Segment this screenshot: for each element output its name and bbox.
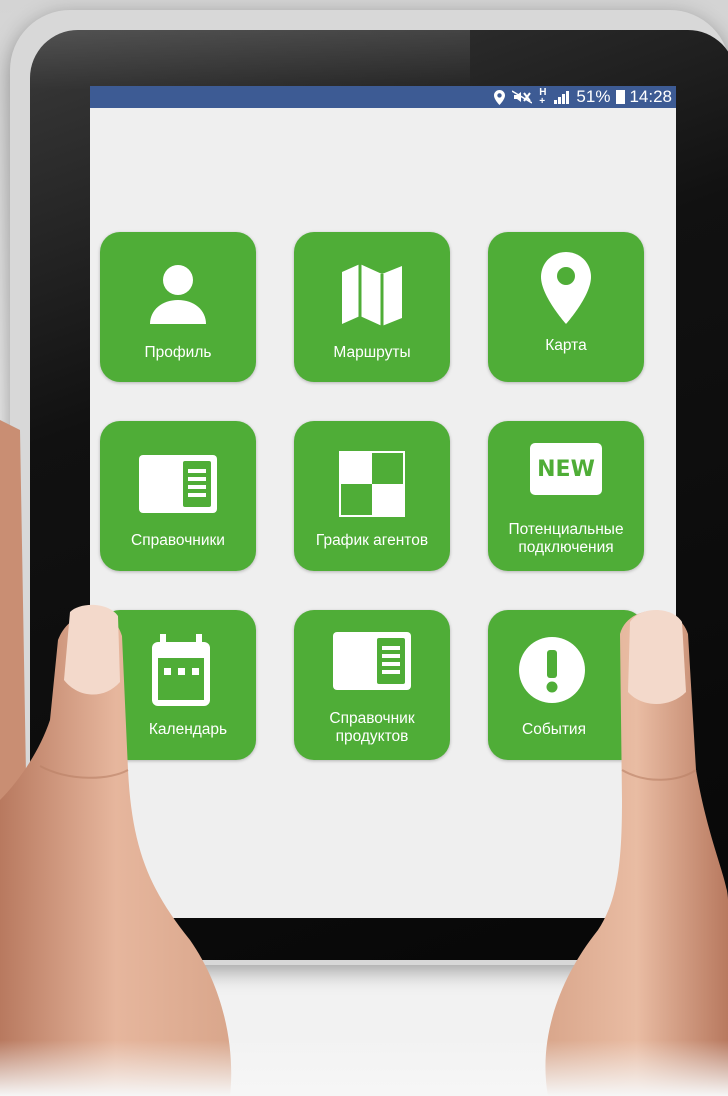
tile-label: Справочник продуктов: [329, 710, 415, 745]
book-icon: [294, 632, 450, 690]
tile-label: Потенциальные подключения: [508, 521, 624, 556]
floor-gradient: [0, 1040, 728, 1096]
left-hand: [0, 420, 232, 1096]
tile-product-directory[interactable]: Справочник продуктов: [294, 610, 450, 760]
person-icon: [100, 262, 256, 326]
tile-label: График агентов: [315, 532, 429, 549]
mute-icon: [512, 90, 533, 104]
tile-map[interactable]: Карта: [488, 232, 644, 382]
bezel-gloss: [30, 30, 470, 90]
hplus-icon: H +: [539, 87, 547, 107]
tile-label: Карта: [545, 337, 587, 354]
location-icon: [494, 89, 506, 105]
new-badge-text: NEW: [537, 456, 595, 482]
right-hand: [545, 610, 728, 1096]
battery-percent: 51%: [576, 87, 611, 106]
signal-icon: [553, 90, 570, 104]
battery-icon: [616, 90, 626, 104]
status-bar: H + 51% 14:28: [90, 86, 676, 108]
tile-label: Профиль: [144, 344, 212, 361]
tile-potential-connections[interactable]: NEW Потенциальные подключения: [488, 421, 644, 571]
tile-agent-schedule[interactable]: График агентов: [294, 421, 450, 571]
tile-profile[interactable]: Профиль: [100, 232, 256, 382]
tile-label: Маршруты: [333, 344, 411, 361]
checker-icon: [294, 451, 450, 517]
new-badge-icon: NEW: [488, 443, 644, 495]
tile-routes[interactable]: Маршруты: [294, 232, 450, 382]
map-icon: [294, 262, 450, 328]
location-pin-icon: [488, 252, 644, 324]
clock: 14:28: [629, 87, 672, 106]
